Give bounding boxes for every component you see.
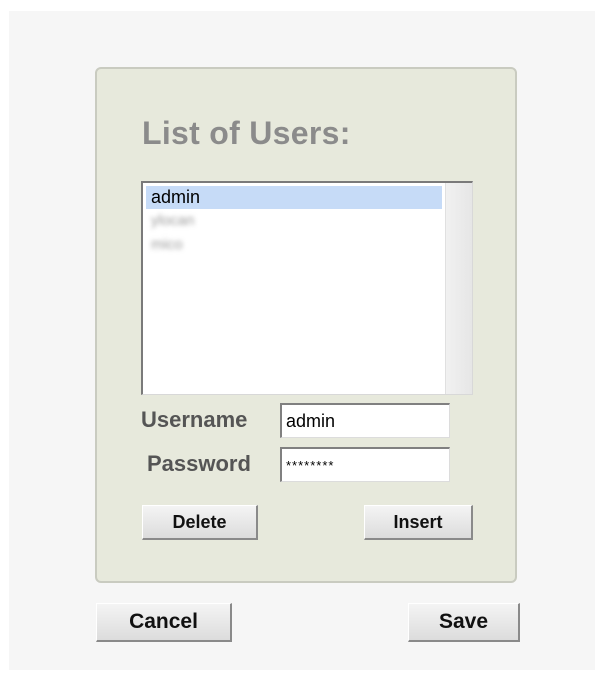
- list-item-user-3[interactable]: mico: [146, 233, 442, 257]
- username-input[interactable]: [280, 403, 450, 438]
- cancel-button[interactable]: Cancel: [96, 603, 232, 642]
- insert-button[interactable]: Insert: [364, 505, 473, 540]
- password-label: Password: [147, 451, 251, 476]
- password-input[interactable]: [280, 447, 450, 482]
- list-item-admin[interactable]: admin: [146, 186, 442, 209]
- username-label: Username: [141, 407, 248, 432]
- delete-button[interactable]: Delete: [142, 505, 258, 540]
- panel-title: List of Users:: [142, 115, 351, 151]
- save-button[interactable]: Save: [408, 603, 520, 642]
- list-scrollbar[interactable]: [445, 183, 472, 394]
- users-listbox[interactable]: admin ylocan mico: [141, 181, 473, 395]
- users-list: admin ylocan mico: [146, 186, 442, 257]
- list-item-user-2[interactable]: ylocan: [146, 209, 442, 233]
